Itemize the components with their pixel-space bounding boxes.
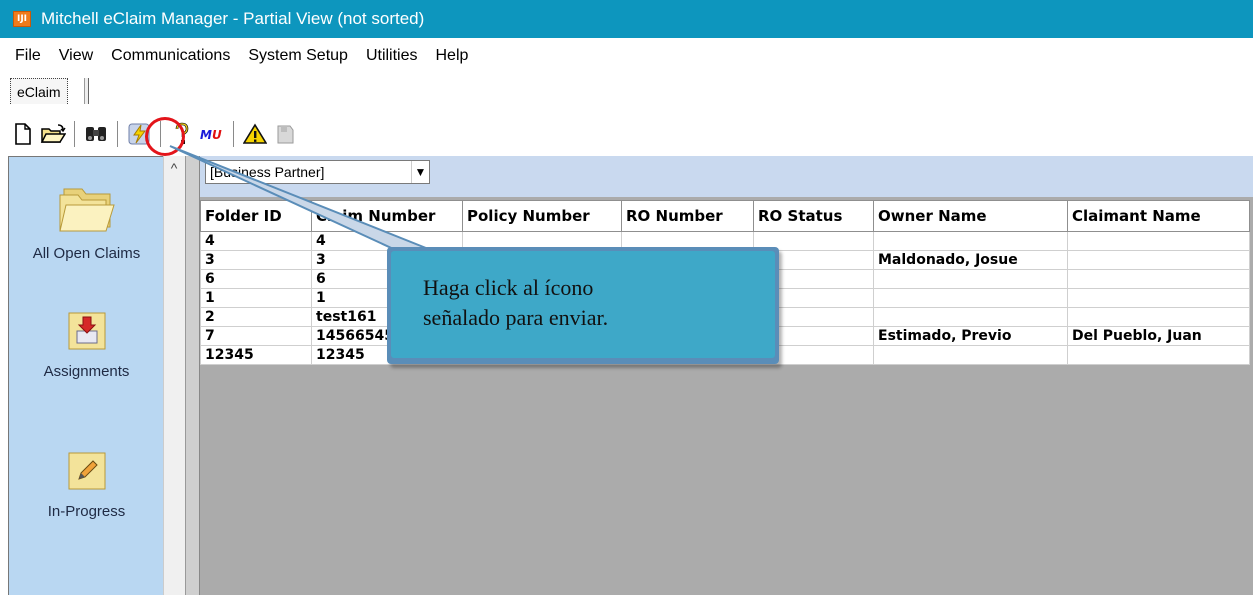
column-header-owner-name[interactable]: Owner Name xyxy=(873,200,1068,232)
cell-claimant-name xyxy=(1067,231,1250,251)
instruction-callout: Haga click al ícono señalado para enviar… xyxy=(387,247,779,364)
app-logo-icon: IJI xyxy=(13,11,31,27)
cell-folder-id: 3 xyxy=(200,250,312,270)
menu-system-setup[interactable]: System Setup xyxy=(238,47,356,65)
window-title: Mitchell eClaim Manager - Partial View (… xyxy=(41,9,425,28)
table-header-row: Folder ID Claim Number Policy Number RO … xyxy=(200,200,1250,232)
mu-icon[interactable]: MU xyxy=(197,118,227,150)
toolbar-separator xyxy=(233,121,234,147)
cell-claimant-name xyxy=(1067,288,1250,308)
menu-view[interactable]: View xyxy=(49,47,101,65)
callout-text-box: Haga click al ícono señalado para enviar… xyxy=(391,251,775,358)
cell-owner-name xyxy=(873,269,1068,289)
sidebar-item-assignments[interactable]: Assignments xyxy=(9,309,164,380)
column-header-folder-id[interactable]: Folder ID xyxy=(200,200,312,232)
folders-icon xyxy=(58,188,115,232)
cell-claimant-name: Del Pueblo, Juan xyxy=(1067,326,1250,346)
sidebar-item-label: All Open Claims xyxy=(32,245,141,262)
tab-eclaim[interactable]: eClaim xyxy=(10,78,68,104)
callout-text-line1: Haga click al ícono xyxy=(423,275,594,300)
cell-owner-name: Estimado, Previo xyxy=(873,326,1068,346)
cell-claimant-name xyxy=(1067,250,1250,270)
tag-icon[interactable] xyxy=(270,118,300,150)
warning-icon[interactable] xyxy=(240,118,270,150)
cell-owner-name xyxy=(873,345,1068,365)
cell-folder-id: 2 xyxy=(200,307,312,327)
column-header-ro-status[interactable]: RO Status xyxy=(753,200,874,232)
cell-folder-id: 4 xyxy=(200,231,312,251)
menu-bar: File View Communications System Setup Ut… xyxy=(0,40,476,72)
scroll-up-arrow-icon[interactable]: ^ xyxy=(163,160,185,180)
filter-bar: [Business Partner] ▼ xyxy=(200,156,1253,197)
sidebar-item-label: In-Progress xyxy=(47,503,126,520)
menu-help[interactable]: Help xyxy=(426,47,477,65)
cell-folder-id: 7 xyxy=(200,326,312,346)
title-bar: IJI Mitchell eClaim Manager - Partial Vi… xyxy=(0,0,1253,38)
cell-claimant-name xyxy=(1067,345,1250,365)
dropdown-arrow-icon[interactable]: ▼ xyxy=(411,161,429,183)
cell-folder-id: 6 xyxy=(200,269,312,289)
column-header-claim-number[interactable]: Claim Number xyxy=(311,200,463,232)
cell-folder-id: 1 xyxy=(200,288,312,308)
business-partner-select[interactable]: [Business Partner] ▼ xyxy=(205,160,430,184)
send-icon-highlight-circle xyxy=(145,117,185,156)
column-header-policy-number[interactable]: Policy Number xyxy=(462,200,622,232)
open-folder-icon[interactable] xyxy=(38,118,68,150)
callout-text-line2: señalado para enviar. xyxy=(423,305,609,330)
menu-utilities[interactable]: Utilities xyxy=(356,47,426,65)
inbox-download-icon xyxy=(68,312,105,350)
business-partner-select-value: [Business Partner] xyxy=(210,164,325,180)
cell-folder-id: 12345 xyxy=(200,345,312,365)
svg-text:U: U xyxy=(212,128,222,142)
cell-owner-name: Maldonado, Josue xyxy=(873,250,1068,270)
cell-owner-name xyxy=(873,307,1068,327)
cell-owner-name xyxy=(873,288,1068,308)
column-header-ro-number[interactable]: RO Number xyxy=(621,200,754,232)
panel-splitter[interactable] xyxy=(185,156,200,595)
new-document-icon[interactable] xyxy=(8,118,38,150)
sidebar-item-label: Assignments xyxy=(43,363,130,380)
menu-file[interactable]: File xyxy=(0,47,49,65)
toolbar-separator xyxy=(74,121,75,147)
menu-communications[interactable]: Communications xyxy=(101,47,238,65)
binoculars-icon[interactable] xyxy=(81,118,111,150)
svg-text:M: M xyxy=(200,128,212,142)
tab-divider xyxy=(84,78,89,104)
cell-owner-name xyxy=(873,231,1068,251)
pencil-folder-icon xyxy=(68,452,105,490)
sidebar-item-in-progress[interactable]: In-Progress xyxy=(9,449,164,520)
tab-row: eClaim xyxy=(0,74,1253,110)
toolbar-separator xyxy=(117,121,118,147)
column-header-claimant-name[interactable]: Claimant Name xyxy=(1067,200,1250,232)
sidebar-item-all-open-claims[interactable]: All Open Claims xyxy=(9,177,164,262)
cell-claimant-name xyxy=(1067,307,1250,327)
sidebar: All Open Claims Assignments In-Progress xyxy=(8,156,163,595)
sidebar-scrollbar[interactable] xyxy=(163,156,185,595)
cell-claimant-name xyxy=(1067,269,1250,289)
